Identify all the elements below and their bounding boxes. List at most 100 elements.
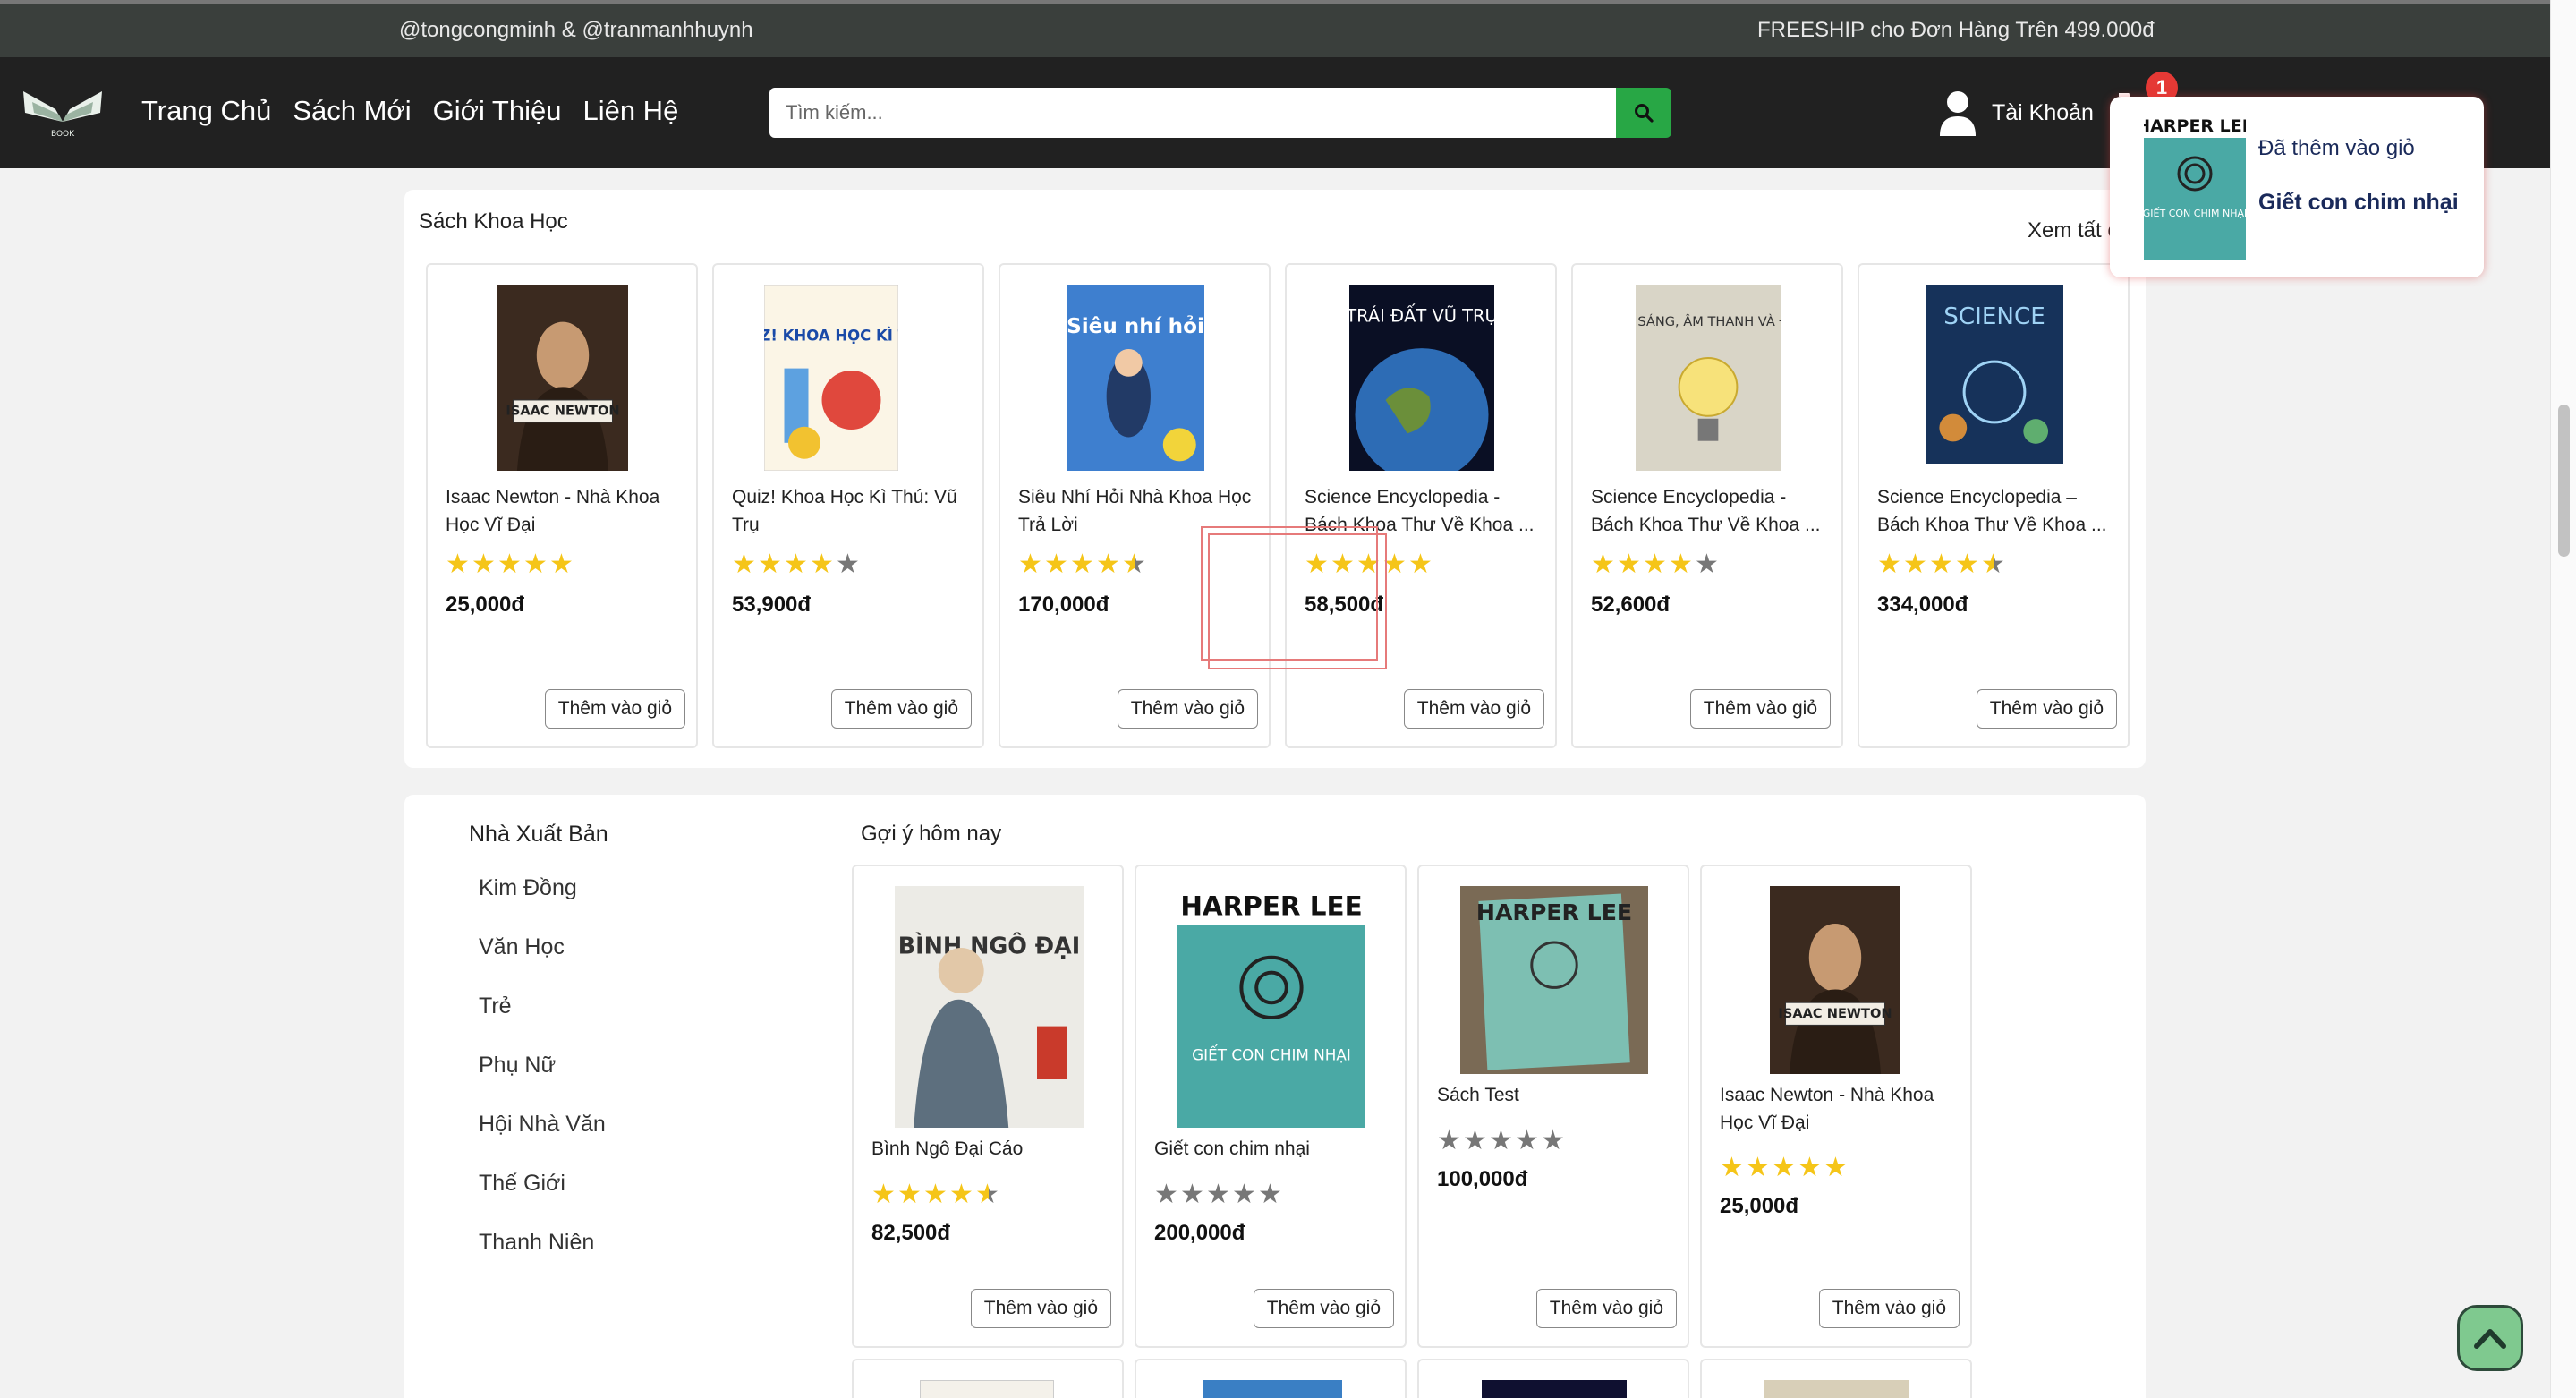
star-icon: ★ — [1489, 1126, 1513, 1155]
product-price: 52,600đ — [1591, 592, 1671, 617]
svg-text:TRÁI ĐẤT VŨ TRỤ: TRÁI ĐẤT VŨ TRỤ — [1349, 304, 1494, 327]
product-card[interactable]: Siêu nhí hỏi Siêu Nhí Hỏi Nhà Khoa Học Tr… — [999, 263, 1271, 748]
book-cover-image — [1764, 1380, 1909, 1398]
add-to-cart-button[interactable]: Thêm vào giỏ — [830, 689, 972, 729]
nav-link-contact[interactable]: Liên Hệ — [582, 95, 678, 127]
product-title[interactable]: Isaac Newton - Nhà Khoa Học Vĩ Đại — [1720, 1081, 1956, 1137]
nav-link-about[interactable]: Giới Thiệu — [433, 95, 562, 127]
search-bar — [769, 88, 1671, 138]
add-to-cart-button[interactable]: Thêm vào giỏ — [1253, 1289, 1394, 1328]
add-to-cart-button[interactable]: Thêm vào giỏ — [1117, 689, 1258, 729]
book-cover-image[interactable]: ISAAC NEWTON — [1770, 886, 1900, 1074]
publisher-item-hoi-nha-van[interactable]: Hội Nhà Văn — [479, 1112, 606, 1138]
publisher-item-kim-dong[interactable]: Kim Đồng — [479, 875, 577, 901]
publisher-item-phu-nu[interactable]: Phụ Nữ — [479, 1053, 556, 1078]
star-icon: ★ — [1096, 550, 1120, 579]
nav-link-new-books[interactable]: Sách Mới — [293, 95, 411, 127]
star-icon: ★ — [1018, 550, 1042, 579]
star-icon: ★ — [472, 550, 496, 579]
product-price: 25,000đ — [1720, 1194, 1799, 1218]
add-to-cart-button[interactable]: Thêm vào giỏ — [544, 689, 685, 729]
back-to-top-button[interactable] — [2457, 1305, 2523, 1371]
product-card[interactable]: BÌNH NGÔ ĐẠI CÁOBình Ngô Đại Cáo★★★★★82,… — [852, 865, 1124, 1348]
product-card[interactable]: SCIENCE Science Encyclopedia – Bách Khoa … — [1858, 263, 2130, 748]
product-card[interactable]: HARPER LEE Sách Test ★ ★ ★ ★ ★ 100,000đ Thêm vào… — [1417, 865, 1689, 1348]
suggestions-title: Gợi ý hôm nay — [861, 822, 1002, 846]
product-price: 53,900đ — [732, 592, 812, 617]
add-to-cart-button[interactable]: Thêm vào giỏ — [970, 1289, 1111, 1328]
book-cover-image[interactable]: ÁNH SÁNG, ÂM THANH VÀ ĐIỆN — [1636, 285, 1781, 471]
product-title[interactable]: Science Encyclopedia - Bách Khoa Thư Về … — [1591, 483, 1827, 539]
freeship-promo-text: FREESHIP cho Đơn Hàng Trên 499.000đ — [1757, 18, 2155, 42]
book-cover-image[interactable]: HARPER LEE GIẾT CON CHIM NHẠI — [1177, 886, 1365, 1128]
product-card[interactable]: ISAAC NEWTON Isaac Newton - Nhà Khoa Học … — [426, 263, 698, 748]
science-section-title: Sách Khoa Học — [419, 209, 568, 234]
account-button[interactable]: Tài Khoản — [1938, 90, 2094, 136]
star-icon: ★ — [1070, 550, 1094, 579]
product-card[interactable]: TRÁI ĐẤT VŨ TRỤ Science Encyclopedia - Bá… — [1285, 263, 1557, 748]
product-card[interactable] — [852, 1359, 1124, 1398]
add-to-cart-button[interactable]: Thêm vào giỏ — [1535, 1289, 1677, 1328]
book-cover-image[interactable]: QUIZ! KHOA HỌC KÌ THÚ — [764, 285, 898, 471]
product-title[interactable]: Quiz! Khoa Học Kì Thú: Vũ Trụ — [732, 483, 968, 539]
add-to-cart-button[interactable]: Thêm vào giỏ — [1689, 689, 1831, 729]
star-icon: ★ — [1903, 550, 1927, 579]
book-logo[interactable]: BOOK — [20, 82, 106, 140]
rating-stars: ★ ★ ★ ★ ★ — [1018, 551, 1146, 578]
star-icon: ★ — [758, 550, 782, 579]
book-cover-image — [920, 1380, 1054, 1398]
add-to-cart-button[interactable]: Thêm vào giỏ — [1403, 689, 1544, 729]
rating-stars: ★ ★ ★ ★ ★ — [446, 551, 574, 578]
star-icon: ★ — [1044, 550, 1068, 579]
star-icon: ★ — [810, 550, 834, 579]
product-card[interactable]: ÁNH SÁNG, ÂM THANH VÀ ĐIỆN Science Encycl… — [1571, 263, 1843, 748]
star-icon: ★ — [1122, 550, 1146, 579]
see-all-link[interactable]: Xem tất c — [2028, 218, 2118, 243]
nav-link-home[interactable]: Trang Chủ — [141, 95, 271, 127]
book-cover-image[interactable]: ISAAC NEWTON — [497, 285, 628, 471]
rating-stars: ★ ★ ★ ★ ★ — [1437, 1128, 1565, 1155]
star-icon: ★ — [1955, 550, 1979, 579]
star-icon: ★ — [975, 1180, 999, 1209]
search-button[interactable] — [1616, 88, 1671, 138]
account-label: Tài Khoản — [1992, 99, 2094, 125]
product-card[interactable] — [1135, 1359, 1407, 1398]
star-icon: ★ — [549, 550, 574, 579]
publisher-item-van-hoc[interactable]: Văn Học — [479, 934, 565, 960]
search-input[interactable] — [769, 88, 1616, 138]
star-icon: ★ — [497, 550, 522, 579]
book-cover-image[interactable]: HARPER LEE — [1460, 886, 1648, 1074]
star-icon: ★ — [1408, 550, 1433, 579]
star-icon: ★ — [1617, 550, 1641, 579]
product-card[interactable] — [1417, 1359, 1689, 1398]
book-cover-image[interactable]: Siêu nhí hỏi — [1067, 285, 1204, 471]
product-card[interactable] — [1700, 1359, 1972, 1398]
product-card[interactable]: QUIZ! KHOA HỌC KÌ THÚ Quiz! Khoa Học Kì T… — [712, 263, 984, 748]
page-scrollbar[interactable] — [2550, 0, 2576, 1398]
book-cover-image — [1482, 1380, 1627, 1398]
book-cover-image[interactable]: BÌNH NGÔ ĐẠI CÁO — [895, 886, 1084, 1128]
scrollbar-thumb[interactable] — [2558, 405, 2570, 557]
product-title[interactable]: Sách Test — [1437, 1081, 1673, 1109]
selection-rectangle — [1208, 533, 1387, 669]
product-card[interactable]: ISAAC NEWTON Isaac Newton - Nhà Khoa Học … — [1700, 865, 1972, 1348]
book-cover-image[interactable]: TRÁI ĐẤT VŨ TRỤ — [1349, 285, 1494, 471]
product-title[interactable]: Giết con chim nhại — [1154, 1135, 1390, 1163]
publisher-item-the-gioi[interactable]: Thế Giới — [479, 1171, 565, 1197]
add-to-cart-button[interactable]: Thêm vào giỏ — [1976, 689, 2117, 729]
product-title[interactable]: Bình Ngô Đại Cáo — [871, 1135, 1108, 1163]
book-cover-image[interactable]: SCIENCE — [1926, 285, 2063, 464]
star-icon: ★ — [1232, 1180, 1256, 1209]
star-icon: ★ — [1772, 1153, 1796, 1182]
product-card[interactable]: HARPER LEE GIẾT CON CHIM NHẠI Giết con chi… — [1135, 865, 1407, 1348]
svg-text:Siêu nhí hỏi: Siêu nhí hỏi — [1067, 315, 1204, 338]
add-to-cart-button[interactable]: Thêm vào giỏ — [1818, 1289, 1960, 1328]
publisher-item-thanh-nien[interactable]: Thanh Niên — [479, 1230, 594, 1256]
star-icon: ★ — [784, 550, 808, 579]
product-title[interactable]: Isaac Newton - Nhà Khoa Học Vĩ Đại — [446, 483, 682, 539]
star-icon: ★ — [1437, 1126, 1461, 1155]
product-title[interactable]: Science Encyclopedia – Bách Khoa Thư Về … — [1877, 483, 2113, 539]
svg-text:BÌNH NGÔ ĐẠI CÁO: BÌNH NGÔ ĐẠI CÁO — [898, 933, 1084, 959]
publisher-item-tre[interactable]: Trẻ — [479, 993, 512, 1019]
star-icon: ★ — [1824, 1153, 1848, 1182]
